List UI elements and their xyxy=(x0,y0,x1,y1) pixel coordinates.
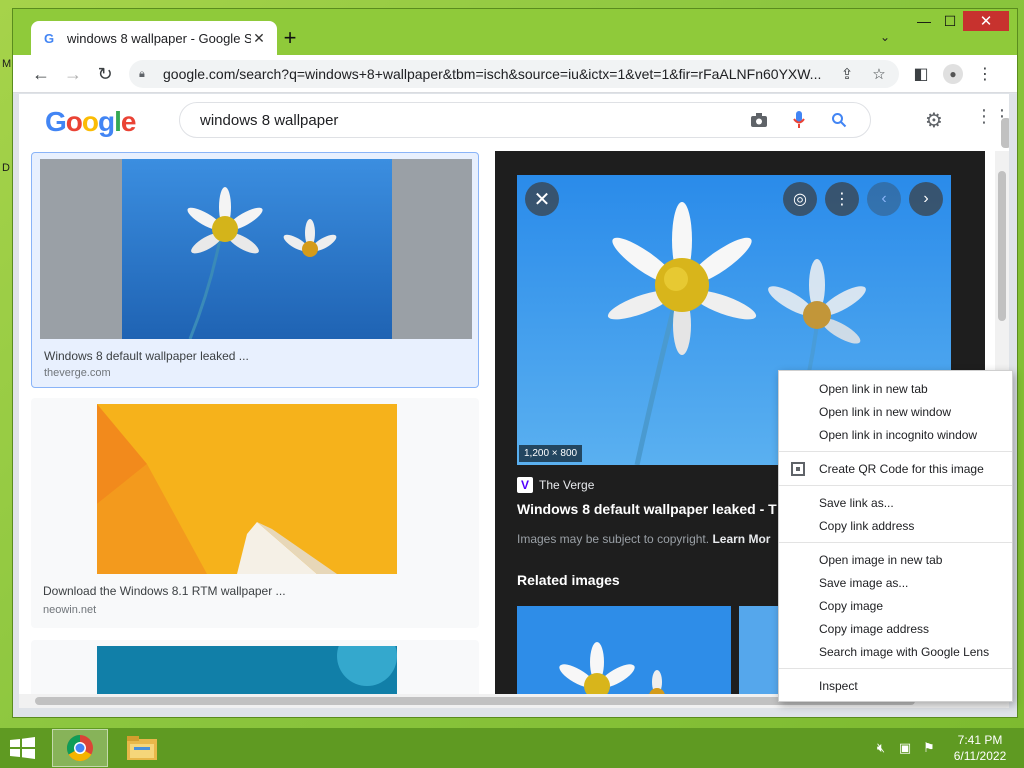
network-icon[interactable]: ▣ xyxy=(896,740,914,756)
image-result-card[interactable] xyxy=(31,626,479,694)
next-image-icon[interactable]: › xyxy=(909,182,943,216)
browser-toolbar: ← → ↻ 🔒︎ google.com/search?q=windows+8+w… xyxy=(13,55,1017,93)
logo-letter: l xyxy=(114,106,122,137)
image-results-column: Windows 8 default wallpaper leaked ... t… xyxy=(31,150,481,694)
result-thumbnail[interactable] xyxy=(97,626,397,694)
menu-item-open-image-new-tab[interactable]: Open image in new tab xyxy=(779,548,1012,571)
menu-item-copy-link-address[interactable]: Copy link address xyxy=(779,514,1012,537)
related-images-heading: Related images xyxy=(517,572,620,588)
lock-icon[interactable]: 🔒︎ xyxy=(139,68,153,81)
previous-image-icon[interactable]: ‹ xyxy=(867,182,901,216)
menu-item-save-image-as[interactable]: Save image as... xyxy=(779,571,1012,594)
clock-time: 7:41 PM xyxy=(957,733,1003,747)
menu-item-copy-image[interactable]: Copy image xyxy=(779,594,1012,617)
person-icon: ● xyxy=(943,64,963,84)
share-icon[interactable]: ⇪ xyxy=(837,64,857,84)
menu-item-save-link-as[interactable]: Save link as... xyxy=(779,491,1012,514)
menu-item-open-link-incognito[interactable]: Open link in incognito window xyxy=(779,423,1012,446)
microphone-icon[interactable] xyxy=(788,109,810,131)
close-window-button[interactable]: ✕ xyxy=(963,11,1009,31)
chrome-taskbar-button[interactable] xyxy=(52,729,108,767)
menu-separator xyxy=(779,542,1012,543)
context-menu: Open link in new tab Open link in new wi… xyxy=(778,370,1013,702)
logo-letter: o xyxy=(65,106,83,137)
google-favicon-icon: G xyxy=(43,30,55,46)
reload-icon[interactable]: ↻ xyxy=(93,62,117,86)
verge-logo-icon: V xyxy=(517,477,533,493)
url-text[interactable]: google.com/search?q=windows+8+wallpaper&… xyxy=(163,66,825,82)
file-explorer-taskbar-button[interactable] xyxy=(114,729,170,767)
close-preview-icon[interactable]: ✕ xyxy=(525,182,559,216)
qr-code-icon xyxy=(791,462,805,476)
clock-date: 6/11/2022 xyxy=(953,749,1007,763)
title-bar: G windows 8 wallpaper - Google Se ✕ + ⌄ … xyxy=(13,9,1017,55)
forward-arrow-icon[interactable]: → xyxy=(61,62,85,86)
related-image-thumbnail[interactable] xyxy=(517,606,731,694)
logo-letter: G xyxy=(45,106,67,137)
image-result-card[interactable]: Download the Windows 8.1 RTM wallpaper .… xyxy=(31,398,479,628)
back-arrow-icon[interactable]: ← xyxy=(29,62,53,86)
tab-close-icon[interactable]: ✕ xyxy=(251,30,267,46)
tab-search-chevron-down-icon[interactable]: ⌄ xyxy=(875,27,895,47)
browser-tab[interactable]: G windows 8 wallpaper - Google Se ✕ xyxy=(31,21,277,55)
page-scrollbar-thumb[interactable] xyxy=(1001,118,1009,148)
search-input[interactable]: windows 8 wallpaper xyxy=(179,102,871,138)
preview-title[interactable]: Windows 8 default wallpaper leaked - T xyxy=(517,501,787,517)
more-options-icon[interactable]: ⋮ xyxy=(825,182,859,216)
taskbar: 🔇︎ ▣ ⚑ 7:41 PM 6/11/2022 xyxy=(0,728,1024,768)
settings-gear-icon[interactable]: ⚙ xyxy=(925,108,943,133)
chrome-menu-icon[interactable]: ⋮ xyxy=(973,62,997,86)
menu-item-search-google-lens[interactable]: Search image with Google Lens xyxy=(779,640,1012,663)
menu-item-open-link-new-tab[interactable]: Open link in new tab xyxy=(779,377,1012,400)
logo-letter: e xyxy=(120,106,137,137)
google-logo[interactable]: Google xyxy=(45,106,137,138)
source-row[interactable]: V The Verge xyxy=(517,477,594,493)
result-caption[interactable]: Download the Windows 8.1 RTM wallpaper .… xyxy=(43,584,286,598)
learn-more-link[interactable]: Learn Mor xyxy=(712,532,770,546)
result-thumbnail[interactable] xyxy=(40,159,472,340)
camera-icon[interactable] xyxy=(748,109,770,131)
result-source[interactable]: neowin.net xyxy=(43,604,96,616)
speaker-muted-icon[interactable]: 🔇︎ xyxy=(872,740,890,756)
scrollbar-thumb[interactable] xyxy=(998,171,1006,321)
minimize-button[interactable]: — xyxy=(911,11,937,31)
menu-item-create-qr-code[interactable]: Create QR Code for this image xyxy=(779,457,1012,480)
desktop-icon-label[interactable]: D xyxy=(2,162,10,174)
new-tab-button[interactable]: + xyxy=(277,25,303,51)
system-clock[interactable]: 7:41 PM 6/11/2022 xyxy=(948,732,1012,764)
logo-letter: g xyxy=(98,106,115,137)
menu-separator xyxy=(779,668,1012,669)
menu-separator xyxy=(779,485,1012,486)
chrome-icon xyxy=(66,734,93,762)
folder-icon xyxy=(127,736,157,760)
menu-item-inspect[interactable]: Inspect xyxy=(779,674,1012,697)
menu-item-open-link-new-window[interactable]: Open link in new window xyxy=(779,400,1012,423)
image-dimensions-badge: 1,200 × 800 xyxy=(519,445,583,462)
result-thumbnail[interactable] xyxy=(97,404,397,574)
copyright-notice: Images may be subject to copyright. Lear… xyxy=(517,532,787,546)
search-query[interactable]: windows 8 wallpaper xyxy=(200,112,730,129)
menu-item-copy-image-address[interactable]: Copy image address xyxy=(779,617,1012,640)
result-caption[interactable]: Windows 8 default wallpaper leaked ... xyxy=(44,349,249,363)
image-result-card[interactable]: Windows 8 default wallpaper leaked ... t… xyxy=(31,152,479,388)
address-bar[interactable]: 🔒︎ google.com/search?q=windows+8+wallpap… xyxy=(129,60,899,88)
logo-letter: o xyxy=(81,106,99,137)
maximize-button[interactable]: ☐ xyxy=(937,11,963,31)
profile-avatar[interactable]: ● xyxy=(941,62,965,86)
bookmark-star-icon[interactable]: ☆ xyxy=(869,64,889,84)
google-lens-icon[interactable]: ◎ xyxy=(783,182,817,216)
tab-title: windows 8 wallpaper - Google Se xyxy=(67,30,251,46)
source-name[interactable]: The Verge xyxy=(539,478,594,492)
copyright-text: Images may be subject to copyright. xyxy=(517,532,710,546)
result-source[interactable]: theverge.com xyxy=(44,367,111,379)
menu-separator xyxy=(779,451,1012,452)
menu-item-label: Create QR Code for this image xyxy=(819,461,984,476)
action-center-flag-icon[interactable]: ⚑ xyxy=(920,740,938,756)
side-panel-icon[interactable]: ◧ xyxy=(909,62,933,86)
windows-start-icon[interactable] xyxy=(8,736,38,760)
desktop-icon-label[interactable]: M xyxy=(2,58,11,70)
search-icon[interactable] xyxy=(828,109,850,131)
